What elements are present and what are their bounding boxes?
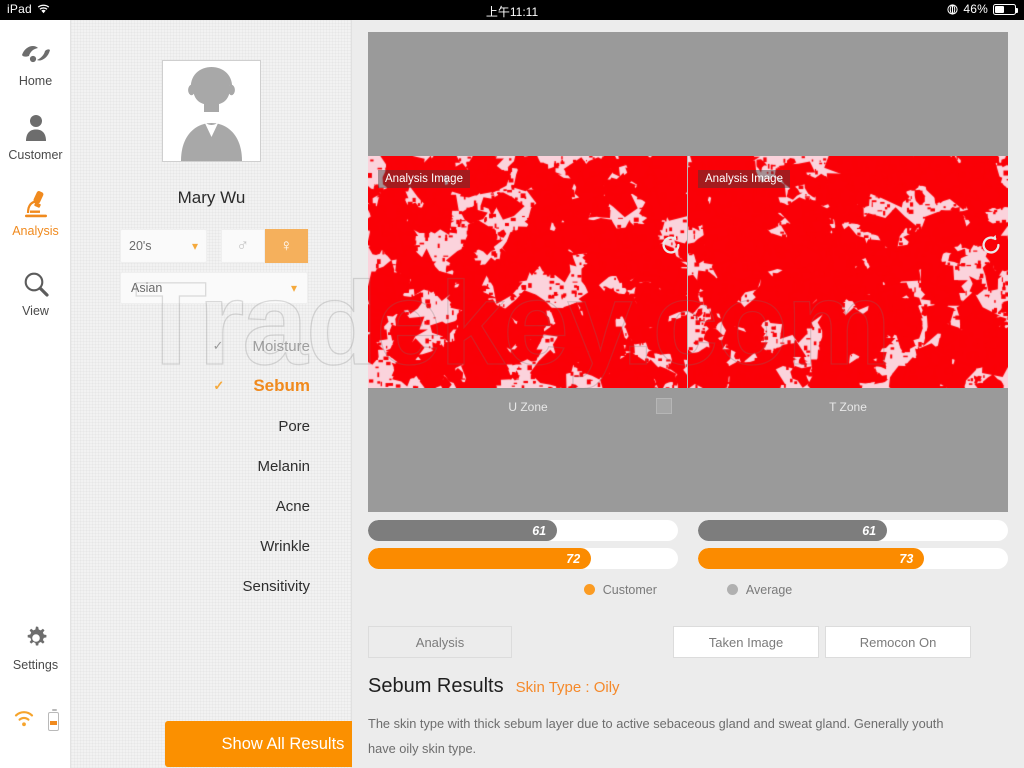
menu-item-pore-label: Pore [278, 417, 310, 435]
legend-dot-average [726, 584, 738, 595]
analysis-button[interactable]: Analysis [368, 626, 512, 658]
bar-track-cust-t: 73 [698, 548, 1008, 569]
gender-female-button[interactable]: ♀ [264, 229, 308, 263]
location-icon [947, 3, 958, 15]
analysis-image-right[interactable]: Analysis Image [688, 156, 1008, 388]
ios-status-bar: iPad 上午11:11 46% [0, 0, 1024, 20]
analysis-image-left-canvas [368, 156, 687, 388]
bar-track-cust-u: 72 [368, 548, 678, 569]
bar-value-avg-t: 61 [698, 520, 888, 541]
analysis-menu: ✓ Moisture ✓ Sebum Pore Melanin Acne Wri… [71, 326, 352, 606]
results-section: Sebum Results Skin Type : Oily The skin … [368, 675, 988, 761]
battery-percent: 46% [963, 2, 988, 16]
sidebar-item-view-label: View [22, 304, 49, 318]
sidebar-item-home[interactable]: Home [0, 36, 71, 88]
customer-name: Mary Wu [177, 188, 246, 207]
legend-item-average: Average [726, 583, 793, 597]
chart-legend: Customer Average [368, 583, 1008, 597]
sidebar-item-customer-label: Customer [8, 148, 63, 162]
chevron-down-icon: ▾ [191, 239, 198, 253]
check-icon: ✓ [212, 338, 224, 353]
home-leaf-icon [0, 36, 71, 72]
menu-item-acne[interactable]: Acne [71, 486, 352, 526]
menu-item-sebum[interactable]: ✓ Sebum [71, 366, 352, 406]
sidebar-item-analysis[interactable]: Analysis [0, 186, 71, 238]
sidebar-item-customer[interactable]: Customer [0, 110, 71, 162]
results-description: The skin type with thick sebum layer due… [368, 716, 944, 756]
battery-icon [993, 3, 1018, 15]
main-content: Analysis Image Analysis Image U Zone T Z… [352, 20, 1024, 768]
legend-label-average: Average [745, 583, 793, 597]
menu-item-sensitivity[interactable]: Sensitivity [71, 566, 352, 606]
taken-image-button[interactable]: Taken Image [673, 626, 819, 658]
menu-item-wrinkle[interactable]: Wrinkle [71, 526, 352, 566]
score-bars: 61 72 61 73 Customer Average [368, 520, 1008, 597]
menu-item-moisture[interactable]: ✓ Moisture [71, 326, 352, 366]
age-select[interactable]: 20's ▾ [120, 229, 207, 263]
rotate-ccw-icon[interactable] [658, 232, 684, 258]
avatar[interactable] [162, 60, 261, 162]
analysis-image-right-tag: Analysis Image [698, 170, 790, 188]
analysis-image-right-canvas [688, 156, 1008, 388]
ethnicity-select-value: Asian [131, 281, 163, 295]
bar-track-avg-u: 61 [368, 520, 678, 541]
sidebar-item-settings-label: Settings [12, 658, 59, 672]
menu-item-melanin-label: Melanin [257, 457, 310, 475]
score-bars-u-zone: 61 72 [368, 520, 678, 576]
analysis-image-left-tag: Analysis Image [378, 170, 470, 188]
score-bars-t-zone: 61 73 [698, 520, 1008, 576]
menu-item-wrinkle-label: Wrinkle [260, 537, 310, 555]
zone-label-right: T Zone [829, 400, 867, 414]
legend-item-customer: Customer [583, 583, 657, 597]
sidebar-item-view[interactable]: View [0, 266, 71, 318]
legend-label-customer: Customer [602, 583, 657, 597]
rotate-ccw-icon[interactable] [978, 232, 1004, 258]
menu-item-moisture-label: Moisture [252, 337, 310, 355]
sidebar-status-icons [0, 708, 71, 732]
battery-icon [47, 708, 59, 731]
chevron-down-icon: ▾ [290, 281, 297, 295]
customer-panel: Mary Wu 20's ▾ ♂ ♀ Asian ▾ ✓ Moisture ✓ … [71, 20, 401, 768]
menu-item-acne-label: Acne [275, 497, 310, 515]
sidebar-item-analysis-label: Analysis [12, 224, 59, 238]
skin-type-badge: Skin Type : Oily [515, 679, 620, 696]
menu-item-melanin[interactable]: Melanin [71, 446, 352, 486]
microscope-icon [0, 186, 71, 222]
magnifier-icon [0, 266, 71, 302]
ethnicity-select[interactable]: Asian ▾ [120, 272, 308, 304]
sidebar-item-home-label: Home [18, 74, 53, 88]
zone-label-left: U Zone [508, 400, 548, 414]
person-icon [0, 110, 71, 146]
wifi-icon [13, 710, 35, 732]
gender-toggle-group: ♂ ♀ [221, 229, 308, 263]
analysis-image-panel: Analysis Image Analysis Image U Zone T Z… [368, 32, 1008, 512]
bar-value-cust-u: 72 [368, 548, 592, 569]
status-right: 46% [947, 2, 1018, 16]
age-select-value: 20's [129, 239, 152, 253]
gender-male-button[interactable]: ♂ [221, 229, 265, 263]
gear-icon [0, 620, 71, 656]
sidebar: Home Customer Analysis View Settings [0, 20, 71, 768]
results-header: Sebum Results Skin Type : Oily [368, 675, 988, 698]
action-buttons: Analysis Taken Image Remocon On [368, 626, 1008, 658]
bar-value-avg-u: 61 [368, 520, 558, 541]
bar-value-cust-t: 73 [698, 548, 925, 569]
check-icon: ✓ [213, 378, 225, 393]
sidebar-item-settings[interactable]: Settings [0, 620, 71, 672]
status-time: 上午11:11 [485, 5, 539, 19]
results-title: Sebum Results [368, 675, 504, 697]
legend-dot-customer [583, 584, 595, 595]
app-root: iPad 上午11:11 46% Home Customer Analysis … [0, 0, 1024, 768]
menu-item-sensitivity-label: Sensitivity [242, 577, 310, 595]
menu-item-sebum-label: Sebum [253, 376, 310, 395]
bar-track-avg-t: 61 [698, 520, 1008, 541]
remocon-on-button[interactable]: Remocon On [825, 626, 971, 658]
analysis-image-left[interactable]: Analysis Image [368, 156, 688, 388]
menu-item-pore[interactable]: Pore [71, 406, 352, 446]
customer-attributes-row: 20's ▾ ♂ ♀ [120, 229, 308, 263]
